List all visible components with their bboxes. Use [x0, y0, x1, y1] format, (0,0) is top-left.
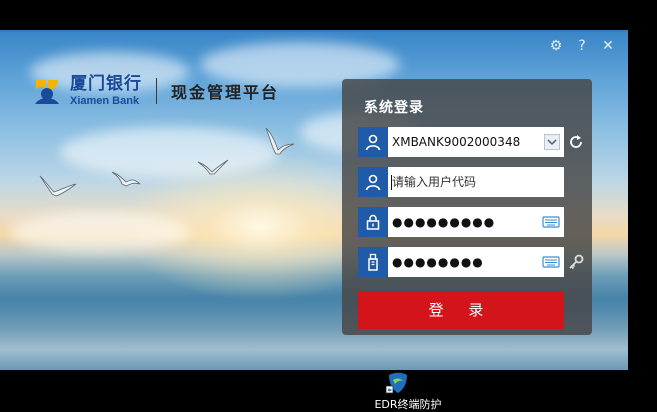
password-field[interactable]: ●●●●●●●●● — [358, 207, 564, 237]
desktop-background — [0, 0, 657, 30]
certificate-password-field[interactable]: ●●●●●●●● — [358, 247, 564, 277]
refresh-icon[interactable] — [567, 133, 585, 151]
cloud — [10, 212, 190, 252]
xiamen-bank-logo-icon — [35, 80, 59, 104]
seagull-icon — [39, 175, 77, 197]
key-icon[interactable] — [567, 253, 585, 271]
platform-title: 现金管理平台 — [171, 83, 280, 102]
divider — [156, 78, 157, 104]
password-mask: ●●●●●●●●● — [392, 215, 496, 229]
window-controls: ⚙ ? ✕ — [548, 38, 616, 54]
keyboard-icon[interactable] — [542, 214, 560, 230]
user-code-field[interactable]: 请输入用户代码 — [358, 167, 564, 197]
login-title: 系统登录 — [364, 100, 424, 116]
gear-icon[interactable]: ⚙ — [548, 38, 564, 54]
desktop-shortcut-edr[interactable]: EDR终端防护 — [368, 370, 448, 411]
edr-shield-icon — [386, 372, 407, 394]
account-value: XMBANK9002000348 — [392, 135, 521, 149]
keyboard-icon[interactable] — [542, 254, 560, 270]
chevron-down-icon[interactable] — [544, 134, 560, 150]
seagull-icon — [265, 127, 295, 155]
login-panel: 系统登录 XMBANK9002000348 请输入用户代码 ●●●●●●●●● … — [342, 79, 592, 335]
lock-icon — [358, 207, 388, 237]
help-icon[interactable]: ? — [574, 38, 590, 54]
seagull-icon — [197, 159, 229, 175]
user-code-placeholder: 请输入用户代码 — [392, 175, 477, 189]
usb-key-icon — [358, 247, 388, 277]
desktop-background — [0, 370, 657, 410]
bank-name-en: Xiamen Bank — [70, 95, 140, 107]
brand-text: 厦门银行 Xiamen Bank — [70, 74, 142, 108]
close-icon[interactable]: ✕ — [600, 38, 616, 54]
seagull-icon — [111, 171, 141, 187]
brand-header: 厦门银行 Xiamen Bank 现金管理平台 — [30, 74, 279, 108]
cloud — [60, 127, 280, 177]
user-icon — [358, 167, 388, 197]
certificate-password-mask: ●●●●●●●● — [392, 255, 484, 269]
account-select[interactable]: XMBANK9002000348 — [358, 127, 564, 157]
user-icon — [358, 127, 388, 157]
bank-name-cn: 厦门银行 — [70, 74, 142, 94]
login-window: ⚙ ? ✕ 厦门银行 Xiamen Bank 现金管理平台 系统登录 XMBAN… — [0, 30, 628, 370]
login-button[interactable]: 登 录 — [358, 291, 564, 329]
